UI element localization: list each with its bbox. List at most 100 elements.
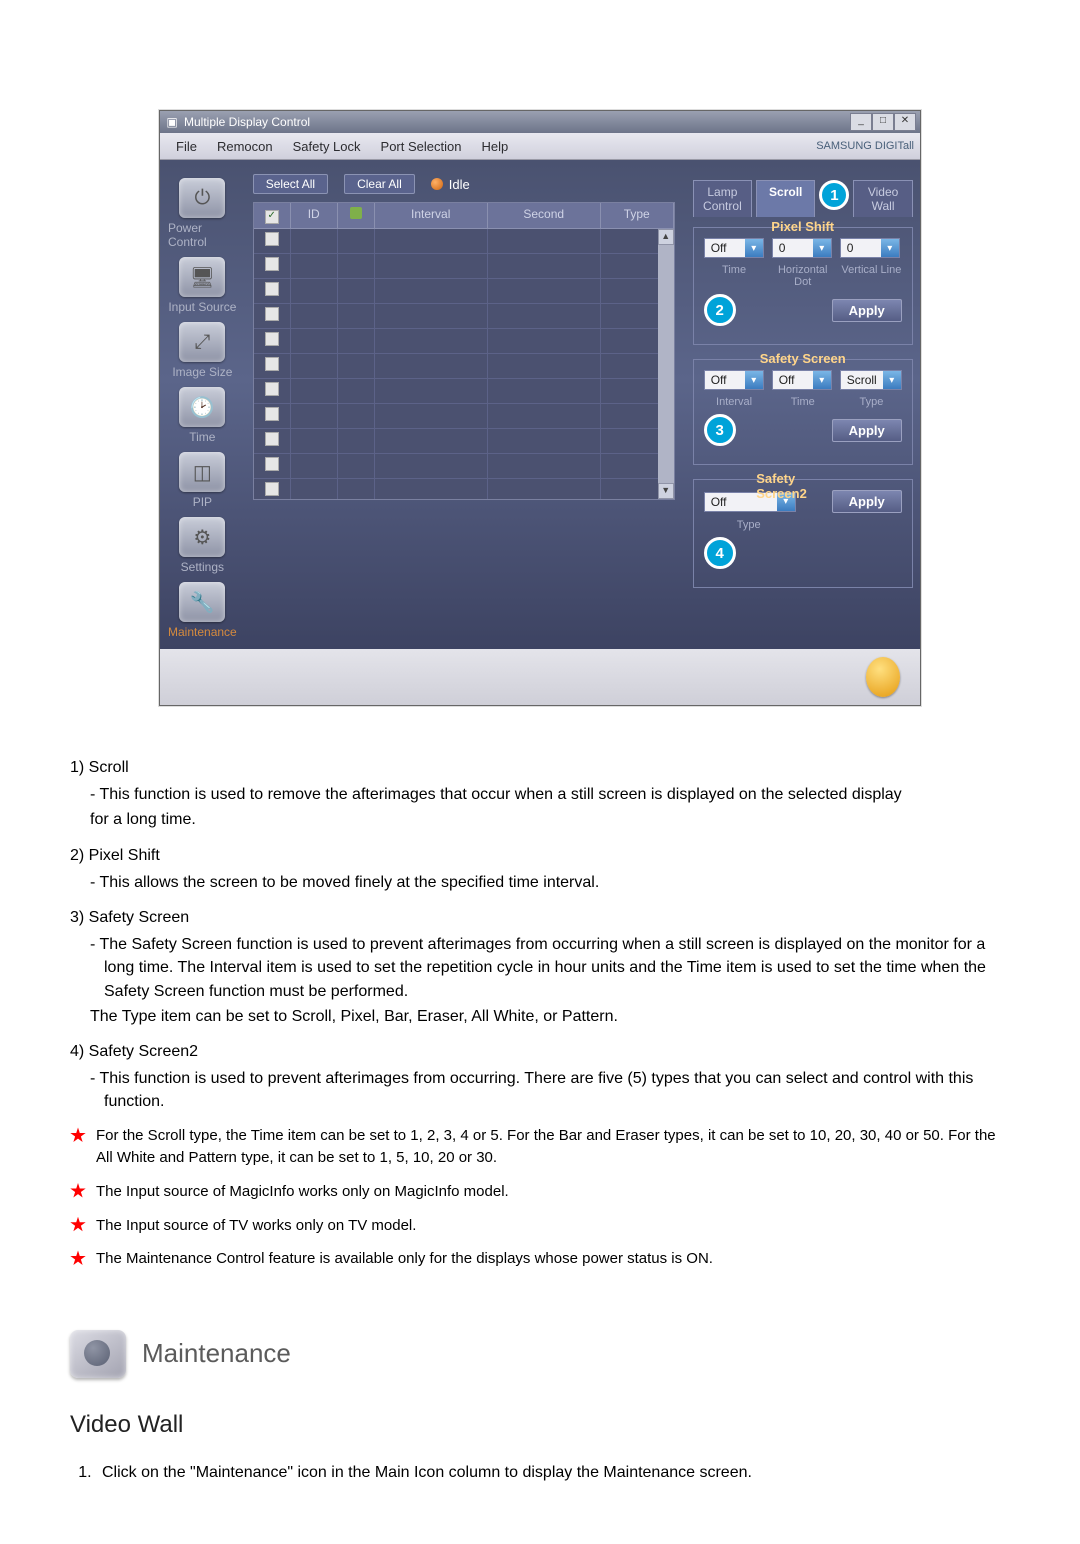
maximize-button[interactable]: □ [872, 113, 894, 131]
col-type[interactable]: Type [601, 203, 674, 228]
col-second[interactable]: Second [488, 203, 601, 228]
idle-indicator: Idle [431, 177, 470, 192]
row-checkbox[interactable] [265, 432, 279, 446]
sidebar-item-time[interactable]: 🕑 Time [168, 387, 237, 444]
col-group[interactable] [338, 203, 375, 228]
note-item: The Maintenance Control feature is avail… [70, 1248, 1010, 1270]
clear-all-button[interactable]: Clear All [344, 174, 415, 194]
row-checkbox[interactable] [265, 382, 279, 396]
pixel-shift-vline-select[interactable]: 0▾ [840, 238, 900, 258]
table-row[interactable] [254, 229, 674, 254]
table-row[interactable] [254, 429, 674, 454]
doc-item-line: - This allows the screen to be moved fin… [70, 871, 1010, 894]
menu-help[interactable]: Help [471, 137, 518, 156]
table-row[interactable] [254, 304, 674, 329]
settings-icon: ⚙ [179, 517, 225, 557]
col-checkbox[interactable] [254, 203, 291, 228]
maintenance-icon: 🔧 [179, 582, 225, 622]
app-icon: ▣ [164, 114, 180, 130]
safety-screen-type-select[interactable]: Scroll▾ [840, 370, 902, 390]
table-row[interactable] [254, 479, 674, 499]
group-icon [350, 207, 362, 219]
app-window: ▣ Multiple Display Control _ □ ✕ File Re… [159, 110, 921, 706]
scroll-up-button[interactable]: ▲ [658, 229, 674, 245]
row-checkbox[interactable] [265, 307, 279, 321]
table-row[interactable] [254, 329, 674, 354]
brand-label: SAMSUNG DIGITall [816, 140, 914, 152]
pixel-shift-apply-button[interactable]: Apply [832, 299, 902, 322]
safety-screen-apply-button[interactable]: Apply [832, 419, 902, 442]
table-row[interactable] [254, 404, 674, 429]
sidebar-item-pip[interactable]: ◫ PIP [168, 452, 237, 509]
safety-screen-interval-select[interactable]: Off▾ [704, 370, 764, 390]
safety-screen2-group: Safety Screen2 Off▾ Apply Type 4 [693, 479, 913, 588]
close-button[interactable]: ✕ [894, 113, 916, 131]
minimize-button[interactable]: _ [850, 113, 872, 131]
tab-video-wall[interactable]: Video Wall [853, 180, 912, 217]
grid-scrollbar[interactable]: ▲ ▼ [658, 229, 674, 499]
callout-3: 3 [704, 414, 736, 446]
menu-safety-lock[interactable]: Safety Lock [283, 137, 371, 156]
sidebar-item-label: Input Source [168, 300, 236, 314]
row-checkbox[interactable] [265, 282, 279, 296]
grid-body: ▲ ▼ [254, 229, 674, 499]
safety-screen-legend: Safety Screen [752, 351, 854, 366]
tab-lamp-control[interactable]: Lamp Control [693, 180, 752, 217]
sidebar-item-settings[interactable]: ⚙ Settings [168, 517, 237, 574]
field-label: Horizontal Dot [772, 264, 833, 288]
image-size-icon: ⤢ [179, 322, 225, 362]
pixel-shift-hdot-select[interactable]: 0▾ [772, 238, 832, 258]
sidebar-item-label: Image Size [172, 365, 232, 379]
sidebar-item-input-source[interactable]: 🖥 Input Source [168, 257, 237, 314]
idle-dot-icon [431, 178, 443, 190]
callout-1: 1 [819, 180, 849, 210]
safety-screen-group: Safety Screen Off▾ Off▾ Scroll▾ Interval… [693, 359, 913, 465]
table-row[interactable] [254, 279, 674, 304]
maintenance-section-icon [70, 1330, 126, 1378]
row-checkbox[interactable] [265, 482, 279, 496]
doc-item-line: - The Safety Screen function is used to … [70, 933, 1010, 1003]
chevron-down-icon: ▾ [883, 371, 901, 389]
menu-file[interactable]: File [166, 137, 207, 156]
row-checkbox[interactable] [265, 257, 279, 271]
tabs: Lamp Control Scroll 1 Video Wall [693, 180, 913, 217]
table-row[interactable] [254, 379, 674, 404]
row-checkbox[interactable] [265, 332, 279, 346]
sidebar: ⏻ Power Control 🖥 Input Source ⤢ Image S… [160, 160, 245, 649]
doc-item: 3) Safety Screen- The Safety Screen func… [70, 906, 1010, 1028]
warning-icon [866, 657, 900, 697]
idle-label: Idle [449, 177, 470, 192]
chevron-down-icon: ▾ [745, 371, 763, 389]
tab-scroll[interactable]: Scroll [756, 180, 815, 217]
doc-item-line: for a long time. [70, 808, 1010, 831]
document-body: 1) Scroll- This function is used to remo… [70, 756, 1010, 1484]
field-label: Type [704, 519, 794, 531]
pixel-shift-time-select[interactable]: Off▾ [704, 238, 764, 258]
sidebar-item-maintenance[interactable]: 🔧 Maintenance [168, 582, 237, 639]
section-title: Maintenance [142, 1335, 291, 1373]
table-row[interactable] [254, 254, 674, 279]
doc-item-line: The Type item can be set to Scroll, Pixe… [70, 1005, 1010, 1028]
sidebar-item-power-control[interactable]: ⏻ Power Control [168, 178, 237, 249]
time-icon: 🕑 [179, 387, 225, 427]
chevron-down-icon: ▾ [745, 239, 763, 257]
sidebar-item-label: Settings [181, 560, 224, 574]
scroll-down-button[interactable]: ▼ [658, 483, 674, 499]
center-panel: Select All Clear All Idle ID Interval Se… [245, 160, 683, 649]
sidebar-item-image-size[interactable]: ⤢ Image Size [168, 322, 237, 379]
row-checkbox[interactable] [265, 407, 279, 421]
statusbar [160, 649, 920, 705]
row-checkbox[interactable] [265, 457, 279, 471]
table-row[interactable] [254, 454, 674, 479]
select-all-button[interactable]: Select All [253, 174, 328, 194]
row-checkbox[interactable] [265, 232, 279, 246]
sidebar-item-label: PIP [193, 495, 212, 509]
table-row[interactable] [254, 354, 674, 379]
menu-remocon[interactable]: Remocon [207, 137, 283, 156]
safety-screen-time-select[interactable]: Off▾ [772, 370, 832, 390]
doc-item-title: 4) Safety Screen2 [70, 1040, 1010, 1063]
col-id[interactable]: ID [291, 203, 338, 228]
col-interval[interactable]: Interval [375, 203, 488, 228]
menu-port-selection[interactable]: Port Selection [371, 137, 472, 156]
row-checkbox[interactable] [265, 357, 279, 371]
